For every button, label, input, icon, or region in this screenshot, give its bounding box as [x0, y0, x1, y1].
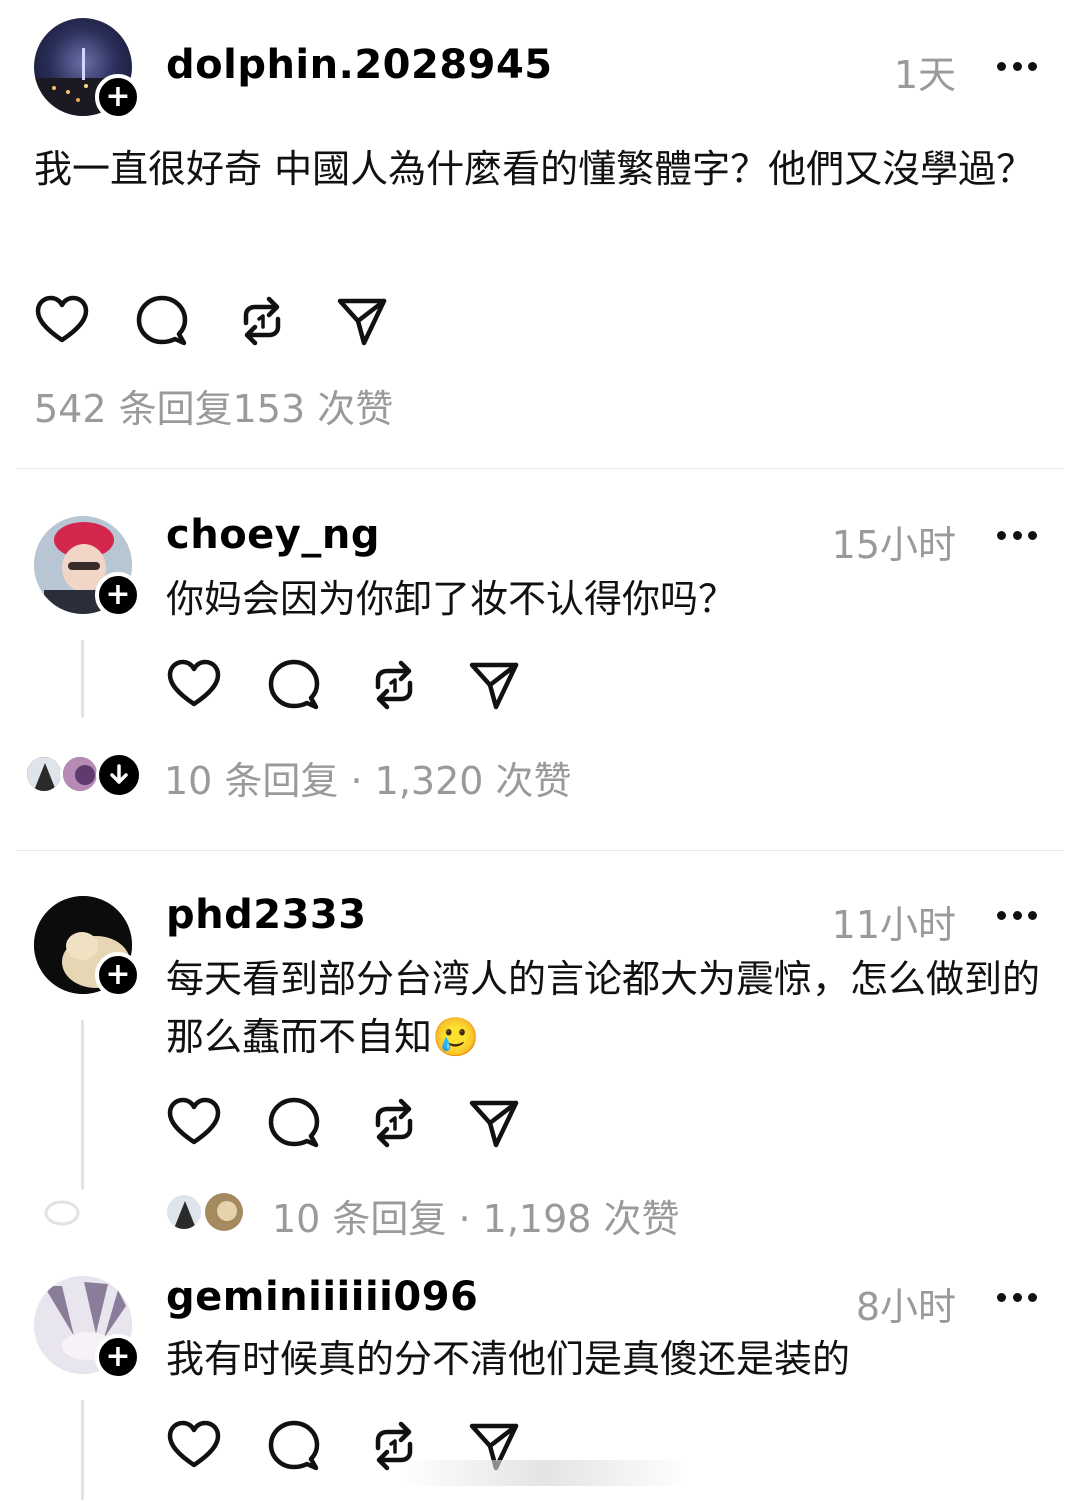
divider: [16, 850, 1064, 851]
heart-icon[interactable]: [166, 1095, 222, 1151]
expand-replies-icon[interactable]: [96, 752, 142, 798]
comment-bubble-icon[interactable]: [266, 657, 322, 713]
reply-text-content: 每天看到部分台湾人的言论都大为震惊，怎么做到的那么蠢而不自知: [166, 957, 1041, 1059]
reply-stats[interactable]: 10 条回复 · 1,320 次赞: [164, 750, 572, 805]
post-username[interactable]: dolphin.2028945: [166, 42, 553, 88]
post-time: 1天: [893, 53, 956, 97]
send-icon[interactable]: [334, 293, 390, 349]
reply-username[interactable]: choey_ng: [166, 512, 380, 558]
repost-icon[interactable]: [366, 657, 422, 713]
thread-curve-icon: [44, 1200, 80, 1226]
reply-stats[interactable]: 10 条回复 · 1,198 次赞: [272, 1188, 680, 1243]
follow-plus-icon[interactable]: +: [95, 572, 141, 618]
post-stats[interactable]: 542 条回复153 次赞: [34, 378, 393, 433]
mini-avatar: [202, 1190, 246, 1234]
more-dots-icon[interactable]: [997, 1291, 1037, 1303]
follow-plus-icon[interactable]: +: [95, 74, 141, 120]
more-dots-icon[interactable]: [997, 60, 1037, 72]
heart-icon[interactable]: [34, 293, 90, 349]
repost-icon[interactable]: [366, 1095, 422, 1151]
repost-icon[interactable]: [234, 293, 290, 349]
mini-avatar: [164, 1192, 204, 1232]
mini-avatar: [60, 754, 100, 794]
teary-smile-emoji: 🥲: [432, 1015, 480, 1059]
more-dots-icon[interactable]: [997, 909, 1037, 921]
follow-plus-icon[interactable]: +: [95, 1334, 141, 1380]
reply-actions: [166, 1095, 522, 1151]
post-text: 我一直很好奇 中國人為什麼看的懂繁體字？他們又沒學過？: [34, 147, 1035, 191]
comment-bubble-icon[interactable]: [266, 1418, 322, 1474]
comment-bubble-icon[interactable]: [266, 1095, 322, 1151]
reply-text: 我有时候真的分不清他们是真傻还是装的: [166, 1337, 851, 1381]
reply-time: 8小时: [855, 1285, 956, 1329]
reply-actions: [166, 657, 522, 713]
reply-username[interactable]: phd2333: [166, 892, 367, 938]
mini-avatar: [24, 754, 64, 794]
more-dots-icon[interactable]: [997, 529, 1037, 541]
reply-time: 11小时: [831, 903, 956, 947]
thread-line: [81, 1020, 84, 1190]
thread-line: [81, 640, 84, 718]
heart-icon[interactable]: [166, 1418, 222, 1474]
reply-time: 15小时: [831, 523, 956, 567]
send-icon[interactable]: [466, 657, 522, 713]
send-icon[interactable]: [466, 1095, 522, 1151]
watermark-blur: [400, 1460, 690, 1486]
reply-username[interactable]: geminiiiiii096: [166, 1274, 478, 1320]
reply-text: 每天看到部分台湾人的言论都大为震惊，怎么做到的那么蠢而不自知🥲: [166, 950, 1046, 1066]
heart-icon[interactable]: [166, 657, 222, 713]
post-actions: [34, 293, 390, 349]
follow-plus-icon[interactable]: +: [95, 952, 141, 998]
divider: [16, 468, 1064, 469]
comment-bubble-icon[interactable]: [134, 293, 190, 349]
reply-text: 你妈会因为你卸了妆不认得你吗？: [166, 577, 737, 621]
thread-line: [81, 1400, 84, 1500]
